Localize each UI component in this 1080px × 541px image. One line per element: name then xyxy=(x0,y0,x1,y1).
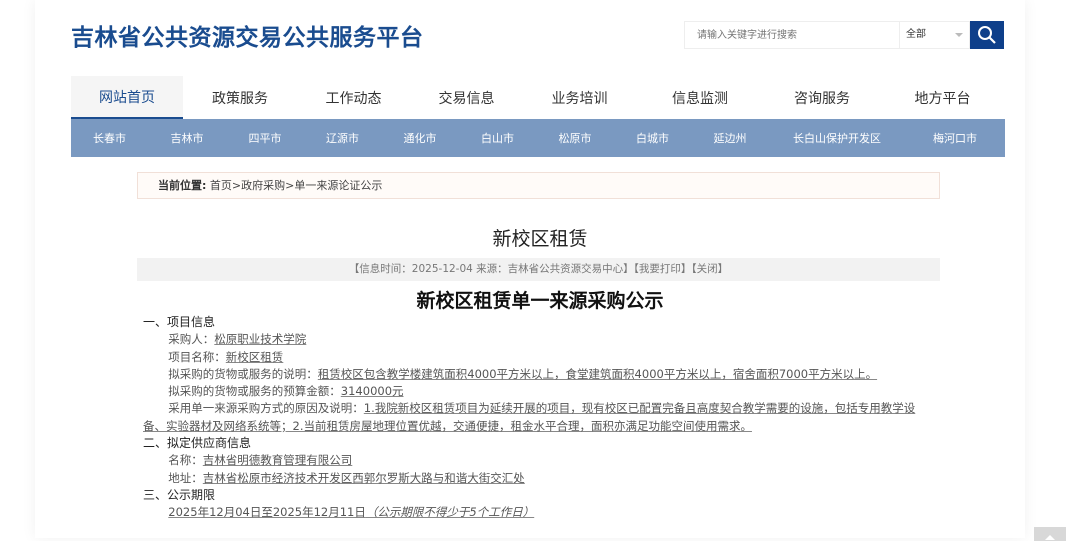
city-link[interactable]: 吉林市 xyxy=(148,119,226,157)
label: 地址： xyxy=(168,470,203,485)
main-nav: 网站首页 政策服务 工作动态 交易信息 业务培训 信息监测 咨询服务 地方平台 xyxy=(71,76,1005,119)
label: 拟采购的货物或服务的说明： xyxy=(168,366,318,381)
city-link[interactable]: 四平市 xyxy=(226,119,304,157)
budget-value: 3140000元 xyxy=(340,384,404,399)
supplier-address-value: 吉林省松原市经济技术开发区西郭尔罗斯大路与和谐大街交汇处 xyxy=(202,470,525,485)
article-heading: 新校区租赁单一来源采购公示 xyxy=(416,290,664,312)
search-scope-select[interactable]: 全部 xyxy=(899,22,969,48)
city-bar: 长春市 吉林市 四平市 辽源市 通化市 白山市 松原市 白城市 延边州 长白山保… xyxy=(71,119,1005,157)
search-scope-value: 全部 xyxy=(906,29,926,40)
section-heading: 一、项目信息 xyxy=(143,315,216,329)
nav-item-news[interactable]: 工作动态 xyxy=(297,76,410,119)
nav-item-training[interactable]: 业务培训 xyxy=(523,76,636,119)
back-to-top-button[interactable] xyxy=(1034,527,1066,541)
desc-value: 租赁校区包含教学楼建筑面积4000平方米以上，食堂建筑面积4000平方米以上，宿… xyxy=(317,366,878,381)
city-link[interactable]: 松原市 xyxy=(536,119,614,157)
nav-item-policy[interactable]: 政策服务 xyxy=(183,76,297,119)
desc-row: 拟采购的货物或服务的说明：租赁校区包含教学楼建筑面积4000平方米以上，食堂建筑… xyxy=(143,366,938,383)
nav-item-local[interactable]: 地方平台 xyxy=(880,76,1005,119)
project-row: 项目名称：新校区租赁 xyxy=(143,349,938,366)
supplier-name-value: 吉林省明德教育管理有限公司 xyxy=(202,453,353,468)
breadcrumb-path[interactable]: 首页>政府采购>单一来源论证公示 xyxy=(210,179,382,192)
nav-item-home[interactable]: 网站首页 xyxy=(71,76,183,119)
nav-item-monitor[interactable]: 信息监测 xyxy=(636,76,764,119)
search-input[interactable] xyxy=(685,22,899,48)
label: 采用单一来源采购方式的原因及说明： xyxy=(168,401,364,416)
page-title: 新校区租赁 xyxy=(492,228,588,250)
supplier-address-row: 地址：吉林省松原市经济技术开发区西郭尔罗斯大路与和谐大街交汇处 xyxy=(143,470,938,487)
buyer-row: 采购人：松原职业技术学院 xyxy=(143,331,938,348)
search-icon xyxy=(978,26,996,44)
budget-row: 拟采购的货物或服务的预算金额：3140000元 xyxy=(143,383,938,400)
label: 拟采购的货物或服务的预算金额： xyxy=(168,384,341,399)
supplier-name-row: 名称：吉林省明德教育管理有限公司 xyxy=(143,452,938,469)
section-heading: 三、公示期限 xyxy=(143,487,216,502)
breadcrumb-label: 当前位置: xyxy=(158,179,207,192)
label: 项目名称： xyxy=(168,349,226,364)
nav-item-consult[interactable]: 咨询服务 xyxy=(764,76,880,119)
buyer-value: 松原职业技术学院 xyxy=(214,332,307,347)
article-content: 一、项目信息 采购人：松原职业技术学院 项目名称：新校区租赁 拟采购的货物或服务… xyxy=(143,314,938,522)
city-link[interactable]: 白城市 xyxy=(614,119,691,157)
section-heading: 二、拟定供应商信息 xyxy=(143,436,252,451)
city-link[interactable]: 长春市 xyxy=(71,119,148,157)
city-link[interactable]: 长白山保护开发区 xyxy=(769,119,905,157)
project-value: 新校区租赁 xyxy=(225,349,284,364)
city-link[interactable]: 白山市 xyxy=(459,119,536,157)
city-link[interactable]: 辽源市 xyxy=(304,119,381,157)
chevron-down-icon xyxy=(955,33,963,41)
period-row: 2025年12月04日至2025年12月11日（公示期限不得少于5个工作日） xyxy=(143,504,938,521)
city-link[interactable]: 通化市 xyxy=(381,119,459,157)
nav-item-trade[interactable]: 交易信息 xyxy=(410,76,523,119)
label: 名称： xyxy=(168,453,203,468)
breadcrumb: 当前位置: 首页>政府采购>单一来源论证公示 xyxy=(137,172,940,199)
site-logo[interactable]: 吉林省公共资源交易公共服务平台 xyxy=(71,18,424,52)
search-button[interactable] xyxy=(970,21,1004,49)
period-value: 2025年12月04日至2025年12月11日 xyxy=(168,505,366,520)
label: 采购人： xyxy=(168,332,215,347)
city-link[interactable]: 延边州 xyxy=(691,119,769,157)
city-link[interactable]: 梅河口市 xyxy=(905,119,1005,157)
article-info: 【信息时间：2025-12-04 来源：吉林省公共资源交易中心】【我要打印】【关… xyxy=(137,258,940,281)
reason-row: 采用单一来源采购方式的原因及说明：1.我院新校区租赁项目为延续开展的项目，现有校… xyxy=(143,400,938,435)
search-box: 全部 xyxy=(684,21,970,49)
period-note: （公示期限不得少于5个工作日） xyxy=(365,505,535,520)
